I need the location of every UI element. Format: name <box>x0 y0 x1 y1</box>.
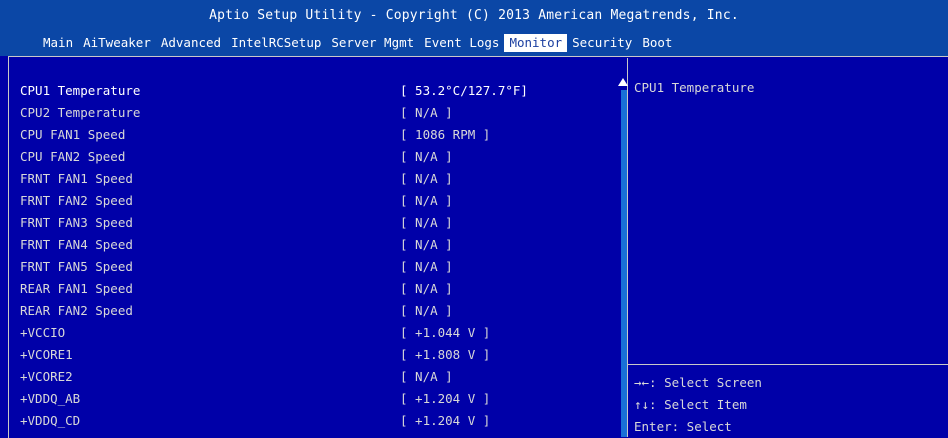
item-value: [ N/A ] <box>400 105 453 120</box>
key-hint-select-item: ↑↓: Select Item <box>634 397 747 412</box>
item-label: CPU FAN2 Speed <box>20 149 126 164</box>
item-label: +VCORE1 <box>20 347 73 362</box>
item-label: FRNT FAN4 Speed <box>20 237 133 252</box>
menu-bar: Main AiTweaker Advanced IntelRCSetup Ser… <box>38 34 677 52</box>
item-label: REAR FAN2 Speed <box>20 303 133 318</box>
tab-intelrcsetup[interactable]: IntelRCSetup <box>226 34 326 52</box>
key-hint-select-screen: →←: Select Screen <box>634 375 762 390</box>
item-label: REAR FAN1 Speed <box>20 281 133 296</box>
tab-aitweaker[interactable]: AiTweaker <box>78 34 156 52</box>
item-value: [ N/A ] <box>400 281 453 296</box>
item-label: +VDDQ_AB <box>20 391 81 406</box>
item-value: [ 1086 RPM ] <box>400 127 491 142</box>
item-label: CPU2 Temperature <box>20 105 141 120</box>
tab-boot[interactable]: Boot <box>637 34 677 52</box>
item-value: [ N/A ] <box>400 369 453 384</box>
item-label: CPU FAN1 Speed <box>20 127 126 142</box>
item-label: FRNT FAN3 Speed <box>20 215 133 230</box>
item-value: [ +1.204 V ] <box>400 413 491 428</box>
scrollbar[interactable] <box>621 90 627 437</box>
item-value: [ +1.808 V ] <box>400 347 491 362</box>
help-pane: CPU1 Temperature →←: Select Screen ↑↓: S… <box>628 58 948 437</box>
item-value: [ N/A ] <box>400 259 453 274</box>
item-label: +VCCIO <box>20 325 66 340</box>
item-value: [ N/A ] <box>400 215 453 230</box>
item-value: [ 53.2°C/127.7°F] <box>400 83 528 98</box>
help-title: CPU1 Temperature <box>634 80 755 95</box>
item-value: [ N/A ] <box>400 303 453 318</box>
item-value: [ N/A ] <box>400 237 453 252</box>
tab-security[interactable]: Security <box>567 34 637 52</box>
item-value: [ N/A ] <box>400 149 453 164</box>
item-label: FRNT FAN5 Speed <box>20 259 133 274</box>
item-label: +VCORE2 <box>20 369 73 384</box>
item-label: +VDDQ_CD <box>20 413 81 428</box>
tab-advanced[interactable]: Advanced <box>156 34 226 52</box>
item-label: CPU1 Temperature <box>20 83 141 98</box>
title-bar: Aptio Setup Utility - Copyright (C) 2013… <box>0 0 948 56</box>
item-label: FRNT FAN1 Speed <box>20 171 133 186</box>
app-title: Aptio Setup Utility - Copyright (C) 2013… <box>209 8 739 23</box>
item-value: [ N/A ] <box>400 193 453 208</box>
tab-event-logs[interactable]: Event Logs <box>419 34 504 52</box>
key-hint-enter-select: Enter: Select <box>634 419 732 434</box>
tab-main[interactable]: Main <box>38 34 78 52</box>
scroll-up-arrow-icon[interactable] <box>618 78 628 86</box>
tab-server-mgmt[interactable]: Server Mgmt <box>326 34 419 52</box>
item-label: FRNT FAN2 Speed <box>20 193 133 208</box>
help-divider <box>628 364 948 365</box>
item-value: [ +1.044 V ] <box>400 325 491 340</box>
item-value: [ +1.204 V ] <box>400 391 491 406</box>
item-value: [ N/A ] <box>400 171 453 186</box>
monitor-list: CPU1 Temperature [ 53.2°C/127.7°F] CPU2 … <box>8 58 628 437</box>
tab-monitor[interactable]: Monitor <box>504 34 568 52</box>
